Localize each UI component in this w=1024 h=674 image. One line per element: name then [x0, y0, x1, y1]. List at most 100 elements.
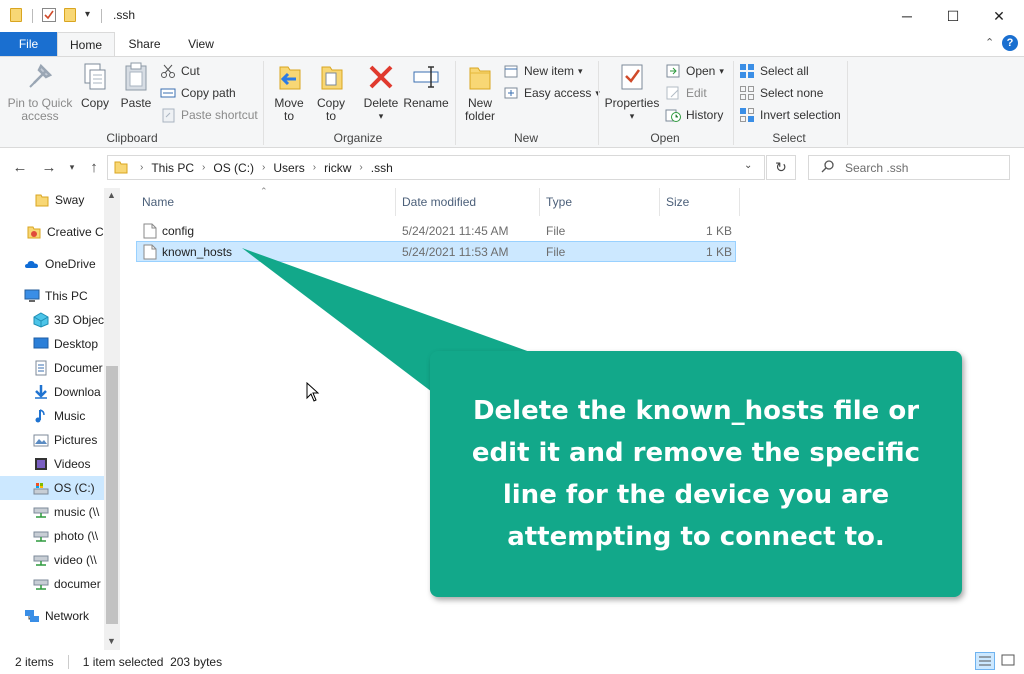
scroll-down-icon[interactable]: ▼	[107, 636, 116, 646]
nav-item-music[interactable]: Music	[0, 404, 104, 428]
history-button[interactable]: History	[665, 105, 723, 125]
nav-item-onedrive[interactable]: OneDrive	[0, 252, 104, 276]
scroll-up-icon[interactable]: ▲	[107, 190, 116, 200]
new-folder-quick-icon[interactable]	[64, 8, 76, 22]
divider	[101, 9, 102, 23]
minimize-button[interactable]: ─	[884, 0, 930, 32]
back-button[interactable]: ←	[8, 156, 32, 178]
search-input[interactable]: Search .ssh	[845, 161, 908, 175]
select-none-icon	[739, 85, 755, 101]
chevron-down-icon: ▾	[378, 111, 384, 121]
copy-to-button[interactable]: Copy to	[312, 61, 350, 123]
recent-locations-button[interactable]: ▾	[60, 156, 84, 178]
status-selection: 1 item selected 203 bytes	[82, 655, 223, 669]
cube-icon	[33, 312, 49, 328]
close-button[interactable]: ✕	[976, 0, 1022, 32]
chevron-right-icon: ›	[312, 162, 317, 173]
breadcrumb-rickw[interactable]: rickw	[324, 161, 351, 175]
nav-item-pictures[interactable]: Pictures	[0, 428, 104, 452]
history-label: History	[686, 108, 724, 122]
nav-item-creative-cloud[interactable]: Creative Cl	[0, 220, 104, 244]
cut-button[interactable]: Cut	[160, 61, 200, 81]
forward-button[interactable]: →	[37, 156, 61, 178]
customize-toolbar-icon[interactable]: ▾	[85, 9, 90, 20]
nav-scrollbar[interactable]: ▲ ▼	[104, 188, 120, 650]
nav-label: Desktop	[54, 337, 99, 351]
column-header-type[interactable]: Type	[540, 188, 660, 216]
nav-label: Videos	[54, 457, 91, 471]
nav-item-documents-share[interactable]: documer	[0, 572, 104, 596]
chevron-right-icon: ›	[140, 162, 144, 173]
nav-item-photo-share[interactable]: photo (\\	[0, 524, 104, 548]
breadcrumb-users[interactable]: Users	[273, 161, 304, 175]
column-header-size[interactable]: Size	[660, 188, 740, 216]
tab-home[interactable]: Home	[57, 32, 115, 56]
nav-item-video-share[interactable]: video (\\	[0, 548, 104, 572]
up-button[interactable]: ↑	[82, 156, 106, 178]
delete-button[interactable]: Delete ▾	[361, 61, 401, 123]
network-drive-icon	[33, 528, 49, 544]
maximize-button[interactable]: ☐	[930, 0, 976, 32]
move-to-button[interactable]: Move to	[270, 61, 308, 123]
properties-icon	[617, 61, 647, 93]
nav-item-documents[interactable]: Documer	[0, 356, 104, 380]
address-dropdown-icon[interactable]: ⌄	[744, 160, 752, 171]
properties-quick-icon[interactable]	[42, 8, 56, 22]
rename-button[interactable]: Rename	[403, 61, 449, 110]
copy-button[interactable]: Copy	[78, 61, 112, 110]
nav-item-3d-objects[interactable]: 3D Objec	[0, 308, 104, 332]
nav-item-videos[interactable]: Videos	[0, 452, 104, 476]
edit-button[interactable]: Edit	[665, 83, 707, 103]
file-row-config[interactable]: config 5/24/2021 11:45 AM File 1 KB	[136, 220, 736, 241]
tab-view[interactable]: View	[174, 32, 228, 56]
invert-selection-button[interactable]: Invert selection	[739, 105, 841, 125]
file-type: File	[546, 223, 566, 238]
select-none-button[interactable]: Select none	[739, 83, 823, 103]
easy-access-button[interactable]: Easy access ▾	[503, 83, 600, 103]
nav-item-music-share[interactable]: music (\\	[0, 500, 104, 524]
tab-file[interactable]: File	[0, 32, 57, 56]
edit-label: Edit	[686, 86, 707, 100]
nav-item-network[interactable]: Network	[0, 604, 104, 628]
address-bar[interactable]: › This PC › OS (C:) › Users › rickw › .s…	[107, 155, 765, 180]
new-item-button[interactable]: New item ▾	[503, 61, 583, 81]
column-header-name[interactable]: Name	[136, 188, 396, 216]
copy-path-button[interactable]: Copy path	[160, 83, 236, 103]
help-icon[interactable]: ?	[1002, 35, 1018, 51]
paste-icon	[121, 61, 151, 93]
chevron-right-icon: ›	[202, 162, 206, 173]
tab-share[interactable]: Share	[117, 32, 172, 56]
scrollbar-thumb[interactable]	[106, 366, 118, 624]
search-icon	[821, 159, 835, 176]
details-view-button[interactable]	[975, 652, 995, 670]
search-box[interactable]: Search .ssh	[808, 155, 1010, 180]
breadcrumb-this-pc[interactable]: This PC	[151, 161, 194, 175]
paste-shortcut-button[interactable]: Paste shortcut	[160, 105, 258, 125]
properties-button[interactable]: Properties ▾	[603, 61, 661, 123]
nav-label: OneDrive	[45, 257, 96, 271]
nav-item-desktop[interactable]: Desktop	[0, 332, 104, 356]
collapse-ribbon-icon[interactable]: ⌃	[985, 36, 994, 49]
large-icons-view-button[interactable]	[999, 652, 1019, 670]
pin-to-quick-access-button[interactable]: Pin to Quick access	[4, 61, 76, 123]
breadcrumb-ssh[interactable]: .ssh	[371, 161, 393, 175]
file-size: 1 KB	[705, 223, 732, 238]
nav-item-sway[interactable]: Sway	[0, 188, 104, 212]
nav-item-this-pc[interactable]: This PC	[0, 284, 104, 308]
nav-label: Creative Cl	[47, 225, 104, 239]
file-size: 1 KB	[705, 244, 732, 259]
network-icon	[24, 608, 40, 624]
refresh-button[interactable]: ↻	[766, 155, 796, 180]
new-folder-button[interactable]: New folder	[460, 61, 500, 123]
paste-button[interactable]: Paste	[118, 61, 154, 110]
breadcrumb-os-c[interactable]: OS (C:)	[213, 161, 254, 175]
open-button[interactable]: Open ▾	[665, 61, 724, 81]
nav-item-downloads[interactable]: Downloa	[0, 380, 104, 404]
copy-icon	[80, 61, 110, 93]
column-header-date[interactable]: Date modified	[396, 188, 540, 216]
nav-item-os-c[interactable]: OS (C:)	[0, 476, 104, 500]
group-divider	[455, 61, 456, 145]
select-all-button[interactable]: Select all	[739, 61, 809, 81]
explorer-window: ▾ .ssh ─ ☐ ✕ File Home Share View ⌃ ? Pi…	[0, 0, 1024, 674]
paste-label: Paste	[120, 96, 152, 110]
